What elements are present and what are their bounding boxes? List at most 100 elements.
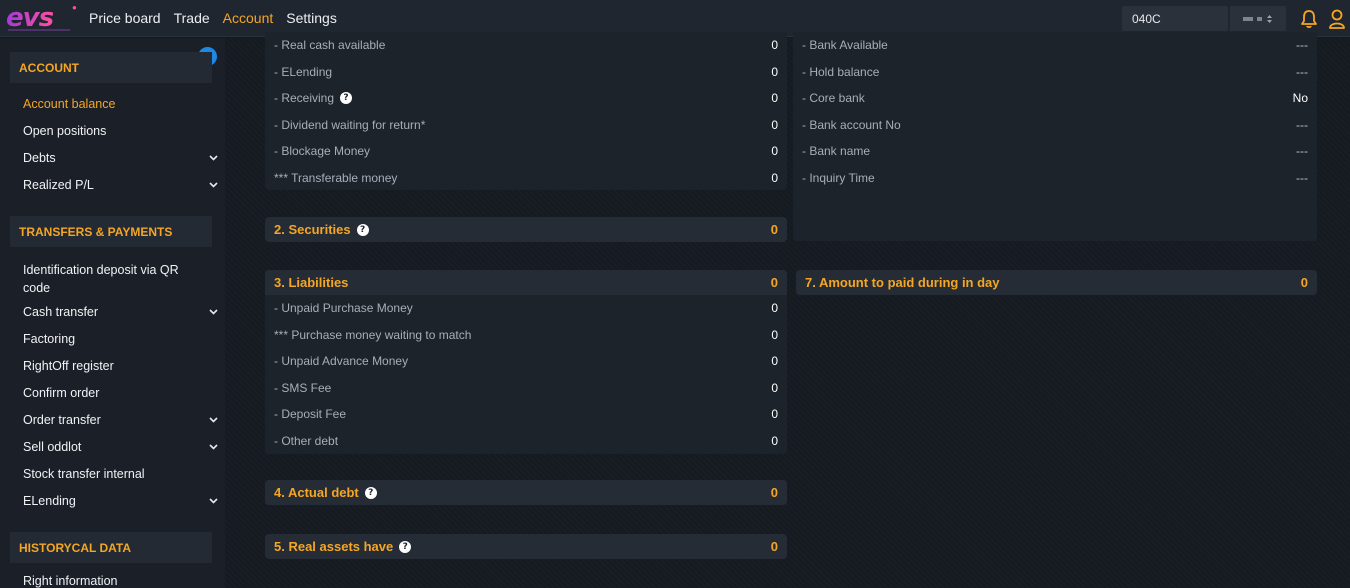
panel-title-wrap: 4. Actual debt ? [274, 485, 377, 500]
panel-title-wrap: 5. Real assets have ? [274, 539, 412, 554]
row-label: - Receiving [274, 91, 335, 106]
amount-paid-header: 7. Amount to paid during in day 0 [796, 270, 1317, 295]
cash-panel: - Real cash available 0 - ELending 0 - R… [265, 32, 787, 190]
logo-underline [8, 28, 70, 31]
row-label: *** Transferable money [274, 170, 398, 185]
row-label: - SMS Fee [274, 380, 332, 395]
sidebar-item-label: Realized P/L [23, 178, 94, 192]
nav-account[interactable]: Account [223, 10, 274, 26]
sidebar-item-qr-deposit[interactable]: Identification deposit via QR code [23, 261, 193, 297]
nav-price-board[interactable]: Price board [89, 10, 161, 26]
panel-total: 0 [770, 275, 778, 290]
nav-settings[interactable]: Settings [286, 10, 337, 26]
row-value: --- [1296, 38, 1308, 53]
sidebar-item-label: Confirm order [23, 386, 100, 400]
real-assets-panel[interactable]: 5. Real assets have ? 0 [265, 534, 787, 559]
row-value: 0 [771, 38, 778, 53]
help-icon[interactable]: ? [340, 92, 353, 105]
cash-row-receiving: - Receiving ? 0 [265, 85, 787, 112]
masked-segment [1243, 16, 1253, 21]
sidebar-item-account-balance[interactable]: Account balance [23, 97, 218, 111]
sidebar-item-elending[interactable]: ELending [23, 494, 218, 508]
liability-row-sms-fee: - SMS Fee 0 [265, 375, 787, 402]
panel-title: 3. Liabilities [274, 275, 349, 290]
chevron-down-icon [208, 180, 218, 190]
row-label: - Bank name [802, 144, 871, 159]
sidebar-item-cash-transfer[interactable]: Cash transfer [23, 305, 218, 319]
sidebar-item-realized-pl[interactable]: Realized P/L [23, 178, 218, 192]
bank-row-account-no: - Bank account No --- [793, 112, 1317, 139]
liability-row-unpaid-advance: - Unpaid Advance Money 0 [265, 348, 787, 375]
securities-panel[interactable]: 2. Securities ? 0 [265, 217, 787, 242]
user-profile-icon[interactable] [1324, 0, 1350, 37]
bank-row-available: - Bank Available --- [793, 32, 1317, 59]
account-code-field[interactable]: 040C [1122, 6, 1228, 31]
sidebar-item-confirm-order[interactable]: Confirm order [23, 386, 218, 400]
panel-total: 0 [770, 485, 778, 500]
brand-logo[interactable]: evs ● [0, 0, 84, 37]
row-value: 0 [771, 144, 778, 159]
actual-debt-panel[interactable]: 4. Actual debt ? 0 [265, 480, 787, 505]
row-value: 0 [771, 327, 778, 342]
nav-trade[interactable]: Trade [174, 10, 210, 26]
row-label: - Other debt [274, 433, 339, 448]
sidebar-item-stock-transfer-internal[interactable]: Stock transfer internal [23, 467, 218, 481]
row-label: - Core bank [802, 91, 865, 106]
row-label: - Hold balance [802, 64, 880, 79]
sidebar-item-label: Open positions [23, 124, 107, 138]
row-value: 0 [771, 407, 778, 422]
bank-row-bank-name: - Bank name --- [793, 138, 1317, 165]
logo-text: evs [6, 3, 54, 33]
row-value: 0 [771, 380, 778, 395]
panel-title: 4. Actual debt [274, 485, 359, 500]
sidebar-item-label: Factoring [23, 332, 76, 346]
row-value: No [1292, 91, 1308, 106]
panel-title: 5. Real assets have [274, 539, 394, 554]
row-label: - Real cash available [274, 38, 386, 53]
bank-row-hold-balance: - Hold balance --- [793, 59, 1317, 86]
cash-row-dividend: - Dividend waiting for return* 0 [265, 112, 787, 139]
cash-row-real-cash: - Real cash available 0 [265, 32, 787, 59]
row-label-wrap: - Receiving ? [274, 91, 353, 106]
section-historical-header: HISTORYCAL DATA [10, 532, 212, 563]
sidebar-item-debts[interactable]: Debts [23, 151, 218, 165]
sidebar-item-order-transfer[interactable]: Order transfer [23, 413, 218, 427]
row-label: - ELending [274, 64, 333, 79]
sidebar-item-label: ELending [23, 494, 76, 508]
cash-row-elending: - ELending 0 [265, 59, 787, 86]
sidebar-item-label: Cash transfer [23, 305, 99, 319]
sidebar-item-rightoff-register[interactable]: RightOff register [23, 359, 218, 373]
sidebar-item-label: Right information [23, 574, 118, 588]
sidebar-item-label: Sell oddlot [23, 440, 82, 454]
liability-row-unpaid-purchase: - Unpaid Purchase Money 0 [265, 295, 787, 322]
row-label: - Bank account No [802, 117, 901, 132]
row-label: - Unpaid Advance Money [274, 354, 409, 369]
sidebar-item-sell-oddlot[interactable]: Sell oddlot [23, 440, 218, 454]
sidebar-item-factoring[interactable]: Factoring [23, 332, 218, 346]
help-icon[interactable]: ? [364, 486, 377, 499]
help-icon[interactable]: ? [356, 223, 369, 236]
row-value: 0 [771, 91, 778, 106]
chevron-down-icon [208, 415, 218, 425]
liabilities-panel: 3. Liabilities 0 - Unpaid Purchase Money… [265, 270, 787, 454]
chevron-down-icon [208, 307, 218, 317]
row-value: 0 [771, 64, 778, 79]
bank-row-inquiry-time: - Inquiry Time --- [793, 165, 1317, 192]
panel-total: 0 [1300, 275, 1308, 290]
row-value: 0 [771, 433, 778, 448]
securities-header: 2. Securities ? 0 [265, 217, 787, 242]
row-value: --- [1296, 64, 1308, 79]
panel-total: 0 [770, 539, 778, 554]
real-assets-header: 5. Real assets have ? 0 [265, 534, 787, 559]
sidebar-item-label: Debts [23, 151, 56, 165]
sub-account-select[interactable] [1230, 6, 1286, 31]
liabilities-header[interactable]: 3. Liabilities 0 [265, 270, 787, 295]
sidebar-item-right-information[interactable]: Right information [23, 574, 218, 588]
row-label: - Blockage Money [274, 144, 371, 159]
panel-title: 7. Amount to paid during in day [805, 275, 1000, 290]
row-value: --- [1296, 144, 1308, 159]
amount-paid-panel[interactable]: 7. Amount to paid during in day 0 [796, 270, 1317, 295]
sidebar-item-open-positions[interactable]: Open positions [23, 124, 218, 138]
help-icon[interactable]: ? [399, 540, 412, 553]
masked-segment [1257, 16, 1262, 21]
